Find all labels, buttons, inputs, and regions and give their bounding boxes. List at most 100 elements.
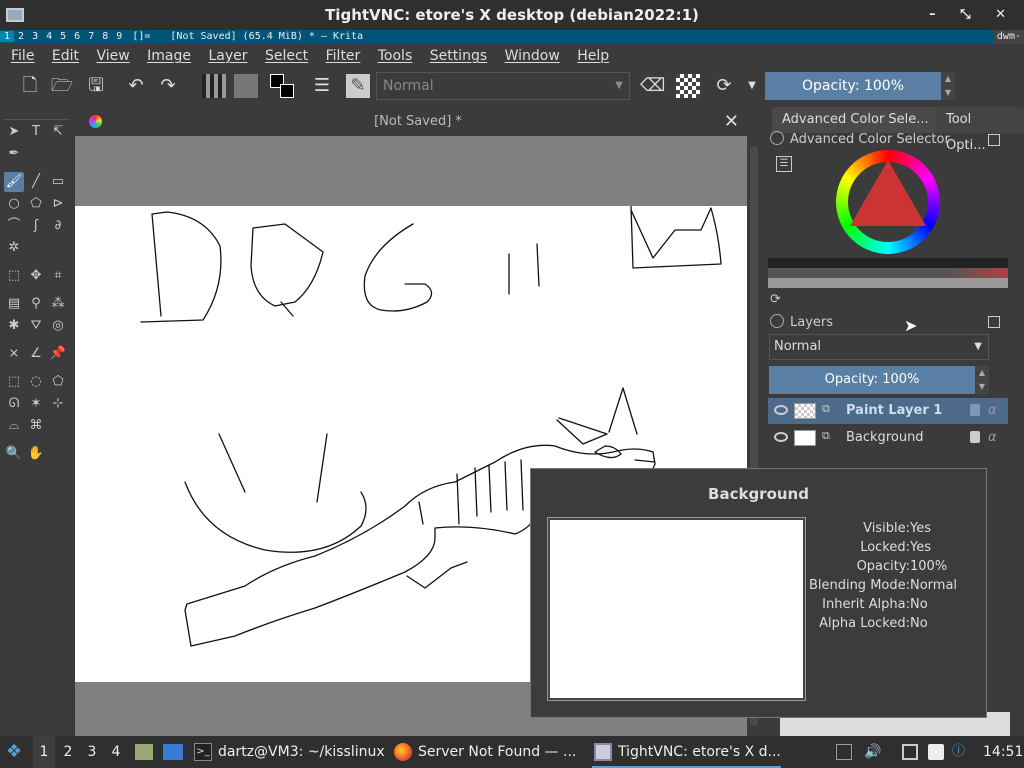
line-tool-icon[interactable]: ╱ [26, 172, 46, 192]
edit-shapes-tool-icon[interactable]: ↸ [48, 122, 68, 142]
float-docker-icon[interactable] [988, 134, 1000, 146]
workspace-2[interactable]: 2 [57, 736, 79, 768]
assistant-tool-icon[interactable]: ⨯ [4, 344, 24, 364]
brush-preset-icon[interactable]: ✎ [346, 74, 370, 98]
menu-tools[interactable]: Tools [378, 48, 413, 64]
bezier-selection-tool-icon[interactable]: ⌓ [4, 416, 24, 436]
dynamic-brush-tool-icon[interactable]: ∂ [48, 216, 68, 236]
lock-icon[interactable] [770, 131, 784, 145]
network-icon[interactable] [902, 744, 918, 760]
task-terminal[interactable]: >_ dartz@VM3: ~/kisslinux [192, 736, 385, 768]
color-settings-icon[interactable]: ☰ [776, 156, 792, 172]
menu-edit[interactable]: Edit [52, 48, 79, 64]
opacity-spinner[interactable]: ▲ ▼ [941, 72, 955, 100]
ellipse-tool-icon[interactable]: ○ [4, 194, 24, 214]
pan-tool-icon[interactable]: ✋ [26, 444, 46, 464]
clipboard-icon[interactable] [928, 744, 944, 760]
layer-opacity-slider[interactable]: Opacity: 100% [769, 366, 975, 394]
brush-tool-icon[interactable]: 🖌 [4, 172, 24, 192]
measure-tool-icon[interactable]: ∠ [26, 344, 46, 364]
hue-strip[interactable] [948, 268, 1008, 278]
menu-layer[interactable]: Layer [208, 48, 247, 64]
start-menu-icon[interactable]: ❖ [6, 736, 28, 768]
undo-icon[interactable]: ↶ [124, 74, 148, 98]
dwm-tag[interactable]: 3 [28, 31, 42, 42]
visibility-eye-icon[interactable] [774, 432, 788, 442]
colorize-mask-tool-icon[interactable]: ✱ [4, 316, 24, 336]
select-shapes-tool-icon[interactable]: ➤ [4, 122, 24, 142]
fg-bg-color-icon[interactable] [270, 74, 298, 98]
dwm-tag[interactable]: 6 [70, 31, 84, 42]
lock-icon[interactable] [970, 404, 980, 416]
tab-tool-options[interactable]: Tool Opti... [936, 107, 1024, 153]
magnetic-selection-tool-icon[interactable]: ⌘ [26, 416, 46, 436]
task-tightvnc[interactable]: TightVNC: etore's X d... [592, 736, 781, 768]
lock-icon[interactable] [970, 431, 980, 443]
menu-filter[interactable]: Filter [326, 48, 361, 64]
close-icon[interactable]: ✕ [724, 107, 739, 137]
workspace-4[interactable]: 4 [105, 736, 127, 768]
move-tool-icon[interactable]: ✥ [26, 266, 46, 286]
dwm-tag[interactable]: 9 [112, 31, 126, 42]
menu-view[interactable]: View [96, 48, 129, 64]
workspace-1[interactable]: 1 [33, 736, 55, 768]
crop-tool-icon[interactable]: ⌗ [48, 266, 68, 286]
alpha-icon[interactable]: α [988, 425, 997, 451]
dwm-tag[interactable]: 1 [0, 31, 15, 42]
dwm-tags[interactable]: 123456789 [0, 31, 132, 42]
multibrush-tool-icon[interactable]: ✲ [4, 238, 24, 258]
layer-row[interactable]: ⧉ Background α [768, 425, 1008, 451]
rectangular-selection-tool-icon[interactable]: ⬚ [4, 372, 24, 392]
fill-tool-icon[interactable]: ⛛ [26, 316, 46, 336]
save-icon[interactable]: 🖫 [84, 74, 108, 98]
float-docker-icon[interactable] [988, 316, 1000, 328]
bezier-tool-icon[interactable]: ⌒ [4, 216, 24, 236]
enclose-fill-tool-icon[interactable]: ◎ [48, 316, 68, 336]
chevron-down-icon[interactable]: ▼ [740, 74, 764, 98]
open-icon[interactable]: 🗁 [50, 74, 74, 98]
update-notifier-icon[interactable]: ⓘ [952, 744, 968, 760]
rectangle-tool-icon[interactable]: ▭ [48, 172, 68, 192]
freehand-path-tool-icon[interactable]: ʃ [26, 216, 46, 236]
volume-icon[interactable]: 🔊 [864, 744, 881, 760]
freehand-selection-tool-icon[interactable]: ᘏ [4, 394, 24, 414]
preserve-alpha-icon[interactable] [676, 74, 700, 98]
show-desktop-icon[interactable] [163, 744, 183, 760]
menu-settings[interactable]: Settings [430, 48, 487, 64]
workspace-3[interactable]: 3 [81, 736, 103, 768]
dwm-layout[interactable]: []= [132, 31, 150, 42]
zoom-tool-icon[interactable]: 🔍 [4, 444, 24, 464]
tab-advanced-color-selector[interactable]: Advanced Color Sele... [772, 107, 939, 133]
calligraphy-tool-icon[interactable]: ✒ [4, 144, 24, 164]
color-picker-tool-icon[interactable]: ⚲ [26, 294, 46, 314]
gradient-tool-icon[interactable]: ▤ [4, 294, 24, 314]
redo-icon[interactable]: ↷ [156, 74, 180, 98]
alpha-icon[interactable]: α [988, 398, 997, 424]
dwm-tag[interactable]: 8 [98, 31, 112, 42]
document-tab[interactable]: [Not Saved] * ✕ [75, 107, 761, 137]
contiguous-selection-tool-icon[interactable]: ✶ [26, 394, 46, 414]
layer-opacity-spinner[interactable]: ▲ ▼ [975, 366, 989, 394]
dwm-tag[interactable]: 4 [42, 31, 56, 42]
elliptical-selection-tool-icon[interactable]: ◌ [26, 372, 46, 392]
blend-mode-dropdown[interactable]: Normal ▼ [376, 72, 630, 100]
window-controls[interactable]: – ⤡ ✕ [929, 0, 1016, 30]
menu-file[interactable]: File [11, 48, 34, 64]
eject-icon[interactable] [836, 744, 852, 760]
color-history-strip[interactable] [768, 258, 1008, 288]
menu-window[interactable]: Window [505, 48, 560, 64]
reference-images-tool-icon[interactable]: 📌 [48, 344, 68, 364]
polygon-tool-icon[interactable]: ⬠ [26, 194, 46, 214]
task-firefox[interactable]: Server Not Found — ... [392, 736, 576, 768]
layer-row[interactable]: ⧉ Paint Layer 1 α [768, 398, 1008, 424]
visibility-eye-icon[interactable] [774, 405, 788, 415]
brush-settings-icon[interactable]: ☰ [310, 74, 334, 98]
polygonal-selection-tool-icon[interactable]: ⬠ [48, 372, 68, 392]
pattern-preset-icon[interactable] [234, 74, 258, 98]
file-manager-icon[interactable] [135, 744, 153, 760]
vnc-title-bar[interactable]: TightVNC: etore's X desktop (debian2022:… [0, 0, 1024, 30]
opacity-slider[interactable]: Opacity: 100% [765, 72, 941, 100]
dwm-tag[interactable]: 5 [56, 31, 70, 42]
menu-image[interactable]: Image [147, 48, 191, 64]
lock-icon[interactable] [770, 314, 784, 328]
